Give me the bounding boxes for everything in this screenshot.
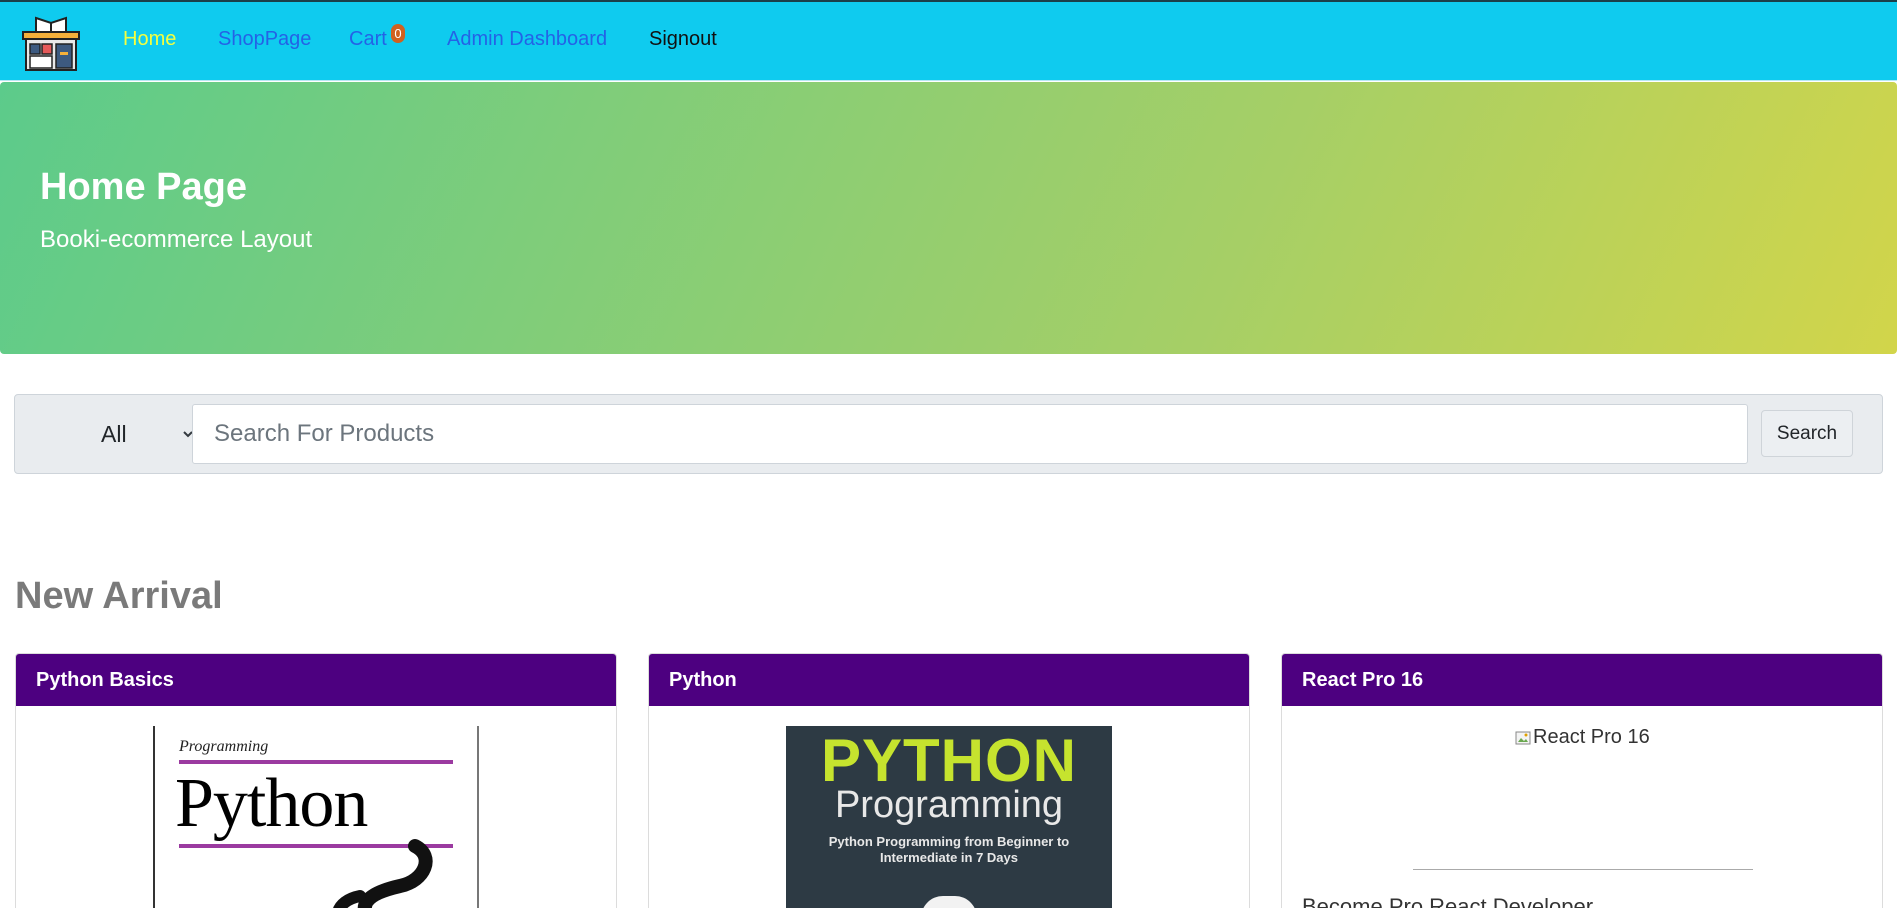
cover-tagline-line: Intermediate in 7 Days [880, 850, 1018, 865]
search-button[interactable]: Search [1761, 410, 1853, 457]
broken-image-icon [1515, 731, 1531, 744]
nav-shoppage-link[interactable]: ShopPage [218, 28, 311, 51]
cart-count-badge: 0 [391, 24, 405, 43]
product-card: Python Basics Programming Python [15, 653, 617, 908]
cover-series-text: Programming [179, 738, 269, 755]
product-card: Python PYTHON Programming Python Program… [648, 653, 1250, 908]
cover-python-logo [921, 896, 977, 908]
card-divider [1413, 869, 1753, 870]
page-subtitle: Booki-ecommerce Layout [40, 226, 313, 253]
bookstore-logo-icon[interactable] [20, 14, 82, 72]
product-card: React Pro 16 React Pro 16 Become Pro Rea… [1281, 653, 1883, 908]
product-image[interactable]: PYTHON Programming Python Programming fr… [786, 726, 1112, 908]
nav-signout-link[interactable]: Signout [649, 28, 717, 51]
product-card-title: React Pro 16 [1282, 654, 1882, 706]
product-image[interactable]: Programming Python [153, 726, 479, 908]
product-card-title: Python Basics [16, 654, 616, 706]
product-image[interactable]: React Pro 16 [1515, 726, 1650, 749]
cover-tagline-text: Python Programming from Beginner to Inte… [786, 834, 1112, 866]
cover-title-text: Python [175, 765, 368, 842]
category-select[interactable]: All [31, 405, 205, 463]
snake-illustration [333, 839, 433, 908]
product-card-title: Python [649, 654, 1249, 706]
product-description: Become Pro React Developer [1302, 894, 1594, 908]
nav-cart-link[interactable]: Cart [349, 28, 387, 51]
category-select-value: All [101, 420, 127, 447]
search-input[interactable] [192, 404, 1748, 464]
search-form: All Search [14, 394, 1883, 474]
product-image-alt-text: React Pro 16 [1533, 726, 1650, 748]
hero-banner: Home Page Booki-ecommerce Layout [0, 82, 1897, 354]
nav-home-link[interactable]: Home [123, 28, 176, 51]
cover-tagline-line: Python Programming from Beginner to [828, 834, 1070, 849]
nav-admin-dashboard-link[interactable]: Admin Dashboard [447, 28, 607, 51]
page-title: Home Page [40, 166, 247, 208]
section-title-new-arrival: New Arrival [15, 575, 223, 617]
cover-subtitle-text: Programming [834, 784, 1064, 826]
top-navbar: Home ShopPage Cart 0 Admin Dashboard Sig… [0, 0, 1897, 81]
